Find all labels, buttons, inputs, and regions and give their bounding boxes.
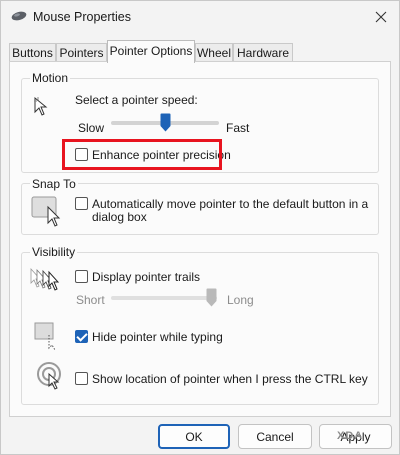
pointer-trails-icon bbox=[30, 267, 60, 291]
snap-to-label-line1: Automatically move pointer to the defaul… bbox=[92, 197, 369, 211]
snap-to-label-line2: dialog box bbox=[92, 210, 147, 224]
snap-to-icon bbox=[31, 196, 61, 227]
hide-pointer-label: Hide pointer while typing bbox=[92, 330, 223, 344]
tab-label: Pointers bbox=[59, 46, 104, 60]
motion-group-label: Motion bbox=[30, 71, 71, 85]
show-location-checkbox[interactable] bbox=[75, 372, 88, 385]
snap-to-checkbox[interactable] bbox=[75, 197, 88, 210]
trail-length-slider[interactable] bbox=[111, 296, 217, 300]
short-label: Short bbox=[76, 293, 105, 307]
ok-button-label: OK bbox=[185, 430, 203, 444]
cancel-button-label: Cancel bbox=[256, 430, 294, 444]
snap-to-group-label: Snap To bbox=[30, 177, 78, 191]
hide-pointer-checkbox[interactable] bbox=[75, 330, 88, 343]
pointer-speed-label: Select a pointer speed: bbox=[75, 93, 198, 107]
tab-label: Wheel bbox=[196, 46, 231, 60]
pointer-speed-icon bbox=[34, 96, 48, 116]
trail-length-thumb[interactable] bbox=[206, 288, 217, 307]
tab-hardware[interactable]: Hardware bbox=[233, 43, 293, 62]
long-label: Long bbox=[227, 293, 254, 307]
title-bar: Mouse Properties bbox=[1, 1, 399, 33]
cancel-button[interactable]: Cancel bbox=[238, 424, 312, 449]
tab-buttons[interactable]: Buttons bbox=[9, 43, 56, 62]
pointer-trails-checkbox[interactable] bbox=[75, 270, 88, 283]
pointer-speed-thumb[interactable] bbox=[160, 113, 171, 132]
highlight-box bbox=[62, 139, 222, 170]
close-button[interactable] bbox=[363, 1, 399, 33]
mouse-properties-window: Mouse Properties Buttons Pointers Pointe… bbox=[0, 0, 400, 455]
hide-pointer-icon bbox=[34, 322, 56, 351]
watermark: XDA bbox=[337, 430, 364, 442]
tab-wheel[interactable]: Wheel bbox=[195, 43, 233, 62]
close-icon bbox=[375, 11, 387, 23]
slow-label: Slow bbox=[78, 121, 105, 135]
visibility-group-label: Visibility bbox=[30, 245, 78, 259]
tab-label: Buttons bbox=[12, 46, 53, 60]
tab-label: Hardware bbox=[236, 46, 290, 60]
fast-label: Fast bbox=[226, 121, 250, 135]
tab-pointers[interactable]: Pointers bbox=[56, 43, 107, 62]
tab-pointer-options[interactable]: Pointer Options bbox=[107, 40, 195, 63]
window-title: Mouse Properties bbox=[33, 10, 131, 24]
mouse-icon bbox=[11, 11, 27, 21]
show-location-label: Show location of pointer when I press th… bbox=[92, 372, 368, 386]
pointer-trails-label: Display pointer trails bbox=[92, 270, 201, 284]
ok-button[interactable]: OK bbox=[158, 424, 230, 449]
tab-label: Pointer Options bbox=[109, 44, 193, 58]
show-location-icon bbox=[37, 362, 61, 390]
